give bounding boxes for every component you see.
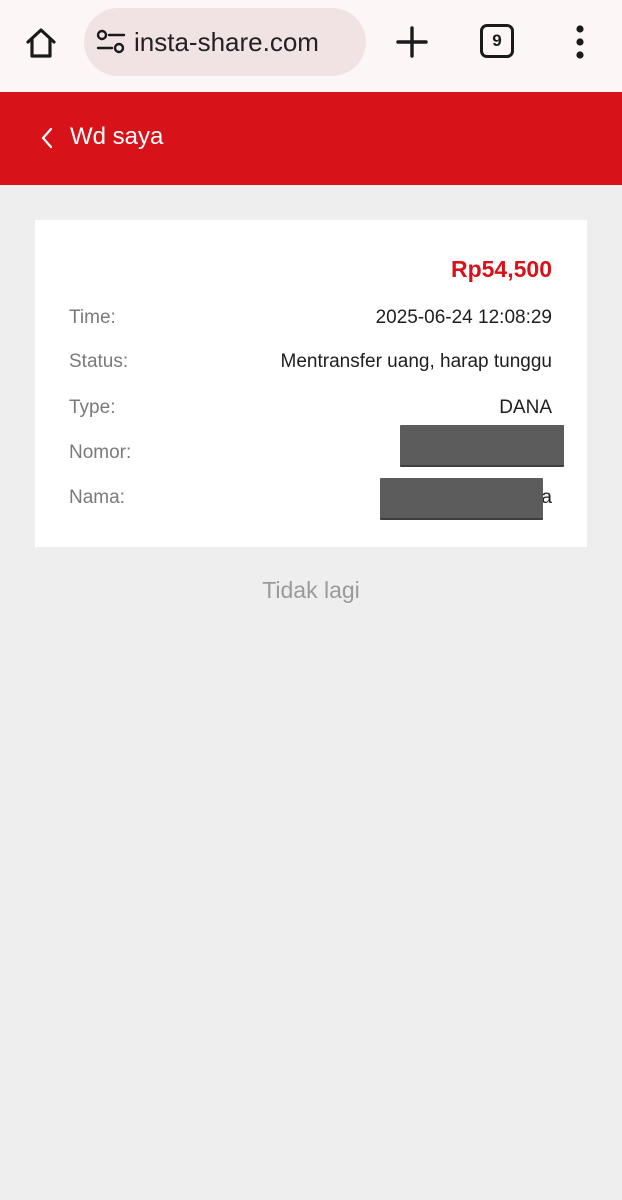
browser-toolbar: insta-share.com 9: [0, 0, 622, 92]
more-vert-icon: [576, 25, 584, 59]
time-label: Time:: [69, 307, 116, 328]
status-row: Status: Mentransfer uang, harap tunggu: [69, 347, 552, 377]
app-header: Wd saya: [0, 92, 622, 185]
browser-menu-button[interactable]: [568, 22, 592, 62]
status-label: Status:: [69, 351, 129, 372]
chevron-left-icon: [41, 127, 53, 149]
name-label: Nama:: [69, 487, 125, 508]
end-of-list-text: Tidak lagi: [262, 577, 360, 603]
withdrawal-amount: Rp54,500: [450, 256, 552, 282]
time-value: 2025-06-24 12:08:29: [375, 307, 552, 328]
back-button[interactable]: [34, 120, 64, 156]
plus-icon: [396, 26, 428, 58]
type-value: DANA: [499, 397, 552, 418]
tab-switcher-button[interactable]: 9: [480, 24, 514, 58]
redaction-box: [380, 478, 543, 520]
address-bar[interactable]: insta-share.com: [84, 8, 366, 76]
home-button[interactable]: [20, 22, 62, 64]
tab-count: 9: [492, 31, 502, 50]
type-row: Type: DANA: [69, 393, 552, 423]
time-row: Time: 2025-06-24 12:08:29: [69, 303, 552, 333]
page-title: Wd saya: [70, 123, 164, 150]
status-value: Mentransfer uang, harap tunggu: [280, 351, 552, 372]
type-label: Type:: [69, 397, 116, 418]
name-value: a: [541, 487, 552, 508]
withdrawal-card: Rp54,500 Time: 2025-06-24 12:08:29 Statu…: [35, 220, 587, 547]
site-settings-icon[interactable]: [96, 28, 126, 56]
url-text[interactable]: insta-share.com: [134, 8, 366, 76]
home-icon: [26, 28, 56, 58]
new-tab-button[interactable]: [392, 22, 432, 62]
redaction-box: [400, 425, 564, 467]
number-label: Nomor:: [69, 442, 132, 463]
